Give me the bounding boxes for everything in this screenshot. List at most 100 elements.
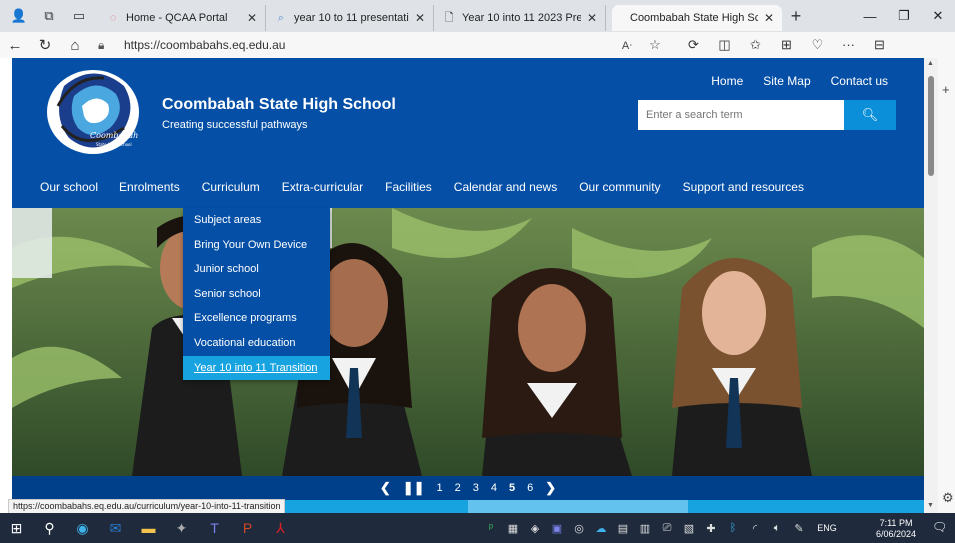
tray-icon[interactable]: ᵖ (480, 522, 502, 534)
page-scrollbar[interactable]: ▲ ▼ (924, 58, 938, 513)
workspaces-icon[interactable]: ⧉ (38, 5, 60, 27)
lock-icon[interactable]: 🔒︎ (98, 38, 118, 53)
menu-item-excellence-programs[interactable]: Excellence programs (183, 306, 330, 331)
window-close-icon[interactable]: ✕ (921, 0, 955, 32)
powerpoint-icon[interactable]: P (231, 513, 264, 543)
notifications-icon[interactable]: 🗨38 (932, 520, 955, 543)
tab-coombabah[interactable]: Coombabah State High School ✕ (612, 5, 782, 31)
carousel-page-3[interactable]: 3 (473, 482, 479, 494)
site-map-link[interactable]: Site Map (763, 74, 810, 88)
tray-icon[interactable]: ✚ (700, 522, 722, 535)
page-viewport: Coombabah State High School Coombabah St… (0, 58, 938, 513)
wifi-icon[interactable]: ◜ (744, 522, 766, 535)
favorites-icon[interactable]: ✩ (740, 37, 771, 53)
close-icon[interactable]: ✕ (764, 11, 774, 25)
read-aloud-icon[interactable]: Aᐧ (612, 39, 642, 52)
minimize-icon[interactable]: — (853, 0, 887, 32)
scrollbar-thumb[interactable] (928, 76, 934, 176)
carousel-page-1[interactable]: 1 (437, 482, 443, 494)
windows-start-icon[interactable]: ⊞ (0, 513, 33, 543)
language-indicator[interactable]: ENG (810, 523, 844, 533)
refresh-icon[interactable]: ↻ (30, 36, 60, 54)
carousel-page-5[interactable]: 5 (509, 482, 515, 494)
carousel-page-6[interactable]: 6 (527, 482, 533, 494)
tray-icon[interactable]: ▦ (502, 522, 524, 535)
nav-support-resources[interactable]: Support and resources (683, 180, 804, 200)
tray-icon[interactable]: ▣ (546, 522, 568, 535)
add-icon[interactable]: + (942, 82, 950, 97)
tab-actions-icon[interactable]: ▭ (68, 5, 90, 27)
chevron-left-icon[interactable]: ❮ (380, 480, 391, 496)
nav-calendar-news[interactable]: Calendar and news (454, 180, 557, 200)
pen-icon[interactable]: ✎ (788, 522, 810, 535)
hero-banner-image[interactable] (12, 208, 924, 476)
carousel-page-2[interactable]: 2 (455, 482, 461, 494)
menu-item-senior-school[interactable]: Senior school (183, 282, 330, 307)
teams-icon[interactable]: T (198, 513, 231, 543)
split-screen-icon[interactable]: ◫ (709, 37, 740, 53)
qcaa-logo-icon: ◌ (109, 12, 117, 24)
collections-icon[interactable]: ⊞ (771, 37, 802, 53)
url-text[interactable]: https://coombabahs.eq.edu.au (124, 38, 285, 52)
outlook-icon[interactable]: ✉ (99, 513, 132, 543)
system-tray: ᵖ ▦ ◈ ▣ ◎ ☁ ▤ ▥ ⎚ ▧ ✚ ᛒ ◜ 🔈︎ ✎ ENG (480, 513, 844, 543)
more-icon[interactable]: ··· (833, 37, 864, 53)
close-icon[interactable]: ✕ (247, 11, 257, 25)
search-button[interactable]: 🔍︎ (844, 100, 896, 130)
tab-qcaa[interactable]: ◌ Home - QCAA Portal ✕ (98, 5, 266, 31)
nav-curriculum[interactable]: Curriculum (202, 180, 260, 200)
bluetooth-icon[interactable]: ᛒ (722, 522, 744, 534)
logo-subtext: State High School (96, 142, 132, 147)
menu-item-vocational-education[interactable]: Vocational education (183, 331, 330, 356)
home-link[interactable]: Home (711, 74, 743, 88)
acrobat-icon[interactable]: ⅄ (264, 513, 297, 543)
tray-icon[interactable]: ◎ (568, 522, 590, 535)
home-icon[interactable]: ⌂ (60, 37, 90, 54)
performance-icon[interactable]: ♡ (802, 37, 833, 53)
new-tab-button[interactable]: + (782, 6, 810, 27)
clock[interactable]: 7:11 PM 6/06/2024 (876, 518, 916, 540)
close-icon[interactable]: ✕ (587, 11, 597, 25)
contact-us-link[interactable]: Contact us (831, 74, 888, 88)
volume-icon[interactable]: 🔈︎ (766, 522, 788, 535)
school-name[interactable]: Coombabah State High School (162, 96, 396, 114)
file-explorer-icon[interactable]: ▬ (132, 513, 165, 543)
tray-icon[interactable]: ⎚ (656, 522, 678, 535)
nav-our-school[interactable]: Our school (40, 180, 98, 200)
school-logo[interactable]: Coombabah State High School (44, 66, 142, 158)
back-icon[interactable]: ← (0, 37, 30, 54)
menu-item-junior-school[interactable]: Junior school (183, 257, 330, 282)
sidebar-toggle-icon[interactable]: ⊟ (864, 37, 895, 53)
menu-item-byod[interactable]: Bring Your Own Device (183, 233, 330, 258)
nav-extra-curricular[interactable]: Extra-curricular (282, 180, 363, 200)
scroll-up-icon[interactable]: ▲ (927, 60, 934, 67)
settings-icon[interactable]: ⚙ (942, 490, 954, 506)
pause-icon[interactable]: ❚❚ (403, 480, 425, 496)
tray-icon[interactable]: ◈ (524, 522, 546, 535)
extensions-icon[interactable]: ⟳ (678, 37, 709, 53)
app-icon[interactable]: ✦ (165, 513, 198, 543)
profile-icon[interactable]: 👤 (8, 5, 30, 27)
document-icon: 🗋 (444, 11, 454, 24)
tray-icon[interactable]: ▧ (678, 522, 700, 535)
edge-browser-icon[interactable]: ◉ (66, 513, 99, 543)
search-input[interactable] (638, 100, 844, 130)
scroll-down-icon[interactable]: ▼ (927, 502, 934, 509)
carousel-page-4[interactable]: 4 (491, 482, 497, 494)
onedrive-icon[interactable]: ☁ (590, 522, 612, 535)
menu-item-year-10-into-11[interactable]: Year 10 into 11 Transition (183, 355, 330, 381)
url-field[interactable]: 🔒︎ https://coombabahs.eq.edu.au Aᐧ ☆ (98, 34, 668, 56)
tray-icon[interactable]: ▥ (634, 522, 656, 535)
nav-enrolments[interactable]: Enrolments (119, 180, 180, 200)
tab-presentation[interactable]: 🗋 Year 10 into 11 2023 Presentatio ✕ (434, 5, 606, 31)
favorite-star-icon[interactable]: ☆ (642, 37, 668, 53)
close-icon[interactable]: ✕ (415, 11, 425, 25)
nav-our-community[interactable]: Our community (579, 180, 660, 200)
tray-icon[interactable]: ▤ (612, 522, 634, 535)
nav-facilities[interactable]: Facilities (385, 180, 432, 200)
tab-search[interactable]: ⌕ year 10 to 11 presentation eq.e ✕ (266, 5, 434, 31)
chevron-right-icon[interactable]: ❯ (545, 480, 556, 496)
search-icon[interactable]: ⚲ (33, 513, 66, 543)
menu-item-subject-areas[interactable]: Subject areas (183, 208, 330, 233)
restore-icon[interactable]: ❐ (887, 0, 921, 32)
